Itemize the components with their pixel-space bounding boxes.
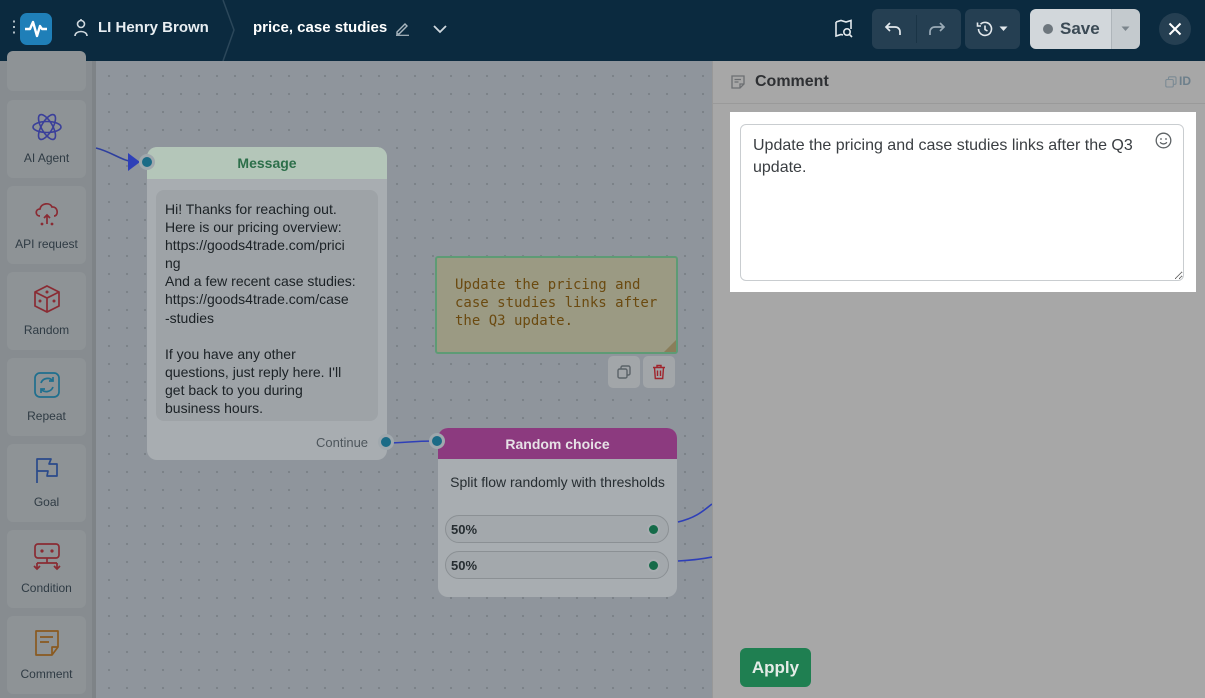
undo-redo-group [872,9,961,49]
message-line: Here is our pricing overview: [165,219,342,236]
app-logo[interactable] [20,13,52,45]
palette-label: Repeat [27,409,66,423]
palette-item-partial[interactable] [7,51,86,91]
random-option[interactable]: 50% [445,515,669,543]
palette-label: Goal [33,495,60,509]
message-line: https://goods4trade.com/case [165,291,349,308]
option-output-port[interactable] [647,523,660,536]
top-bar: ⋮ LI Henry Brown price, case studies Sav… [0,0,1205,61]
save-label: Save [1060,19,1100,38]
bot-icon [74,19,88,37]
save-options-button[interactable] [1111,9,1140,49]
random-option[interactable]: 50% [445,551,669,579]
message-node-title: Message [237,155,297,171]
message-node[interactable]: Message Hi! Thanks for reaching out. Her… [147,147,387,460]
caret-down-icon [1121,26,1130,31]
flag-icon [36,458,58,483]
comment-icon [35,630,59,656]
continue-label: Continue [316,435,369,450]
apply-button[interactable]: Apply [740,648,811,687]
message-line: business hours. [165,400,264,417]
comment-note[interactable]: Update the pricing and case studies link… [435,256,678,354]
palette-label: AI Agent [23,151,70,165]
chevron-down-icon[interactable] [431,20,449,38]
palette-item-random[interactable]: Random [7,272,86,350]
palette-item-comment[interactable]: Comment [7,616,86,694]
palette-item-goal[interactable]: Goal [7,444,86,522]
random-input-port[interactable] [429,433,445,449]
message-output-port[interactable] [378,434,394,450]
emoji-icon[interactable] [1155,132,1172,149]
comment-note-text: Update the pricing and case studies link… [455,277,658,330]
message-line [165,327,369,345]
bot-name[interactable]: LI Henry Brown [98,19,209,36]
random-node-header: Random choice [438,428,677,459]
message-line: And a few recent case studies: [165,273,356,290]
palette-label: Condition [21,581,72,595]
comment-textarea[interactable]: Update the pricing and case studies link… [740,124,1184,281]
message-line: ng [165,255,181,272]
history-button[interactable] [965,9,1020,49]
divider [916,15,917,43]
pencil-icon[interactable] [395,21,410,36]
message-line: If you have any other [165,345,296,362]
palette-label: API request [15,237,78,251]
close-button[interactable] [1159,13,1191,45]
message-line: https://goods4trade.com/prici [165,237,345,254]
repeat-icon [34,372,60,398]
random-node-title: Random choice [505,436,610,452]
condition-icon [33,543,61,571]
palette-item-condition[interactable]: Condition [7,530,86,608]
palette-label: Random [23,323,70,337]
comment-icon [731,75,745,89]
option-percentage: 50% [451,522,478,537]
palette-item-repeat[interactable]: Repeat [7,358,86,436]
random-node-description: Split flow randomly with thresholds [450,474,665,490]
search-flow-icon[interactable] [834,19,854,39]
note-fold-icon [664,340,676,352]
trash-icon [653,364,665,380]
node-palette: AI Agent API request Random Repeat Goal [0,51,96,698]
panel-title: Comment [755,73,829,90]
message-line: -studies [165,309,215,326]
api-request-icon [35,203,58,226]
message-bubble[interactable]: Hi! Thanks for reaching out. Here is our… [156,190,378,421]
caret-down-icon [999,26,1008,31]
message-line: questions, just reply here. I'll [165,363,342,380]
unsaved-indicator [1043,24,1053,34]
panel-header: Comment ID [713,61,1205,104]
redo-icon[interactable] [928,20,946,38]
copy-icon [617,365,631,379]
flow-name[interactable]: price, case studies [253,19,387,36]
option-output-port[interactable] [647,559,660,572]
undo-icon[interactable] [884,20,902,38]
delete-note-button[interactable] [643,356,675,388]
save-button[interactable]: Save [1030,9,1111,49]
message-input-port[interactable] [139,154,155,170]
history-icon [976,21,993,37]
palette-item-ai-agent[interactable]: AI Agent [7,100,86,178]
palette-label: Comment [20,667,73,681]
option-percentage: 50% [451,558,478,573]
random-choice-node[interactable]: Random choice Split flow randomly with t… [438,428,677,597]
duplicate-note-button[interactable] [608,356,640,388]
breadcrumb-separator-icon [222,0,235,61]
copy-icon [1165,76,1177,88]
message-line: Hi! Thanks for reaching out. [165,201,337,217]
message-node-header: Message [147,147,387,179]
close-icon [1168,22,1182,36]
comment-editor-highlight: Update the pricing and case studies link… [730,112,1196,292]
ai-agent-icon [32,113,62,141]
id-label: ID [1179,74,1191,88]
message-line: get back to you during [165,381,303,398]
dice-icon [34,285,60,313]
palette-item-api-request[interactable]: API request [7,186,86,264]
